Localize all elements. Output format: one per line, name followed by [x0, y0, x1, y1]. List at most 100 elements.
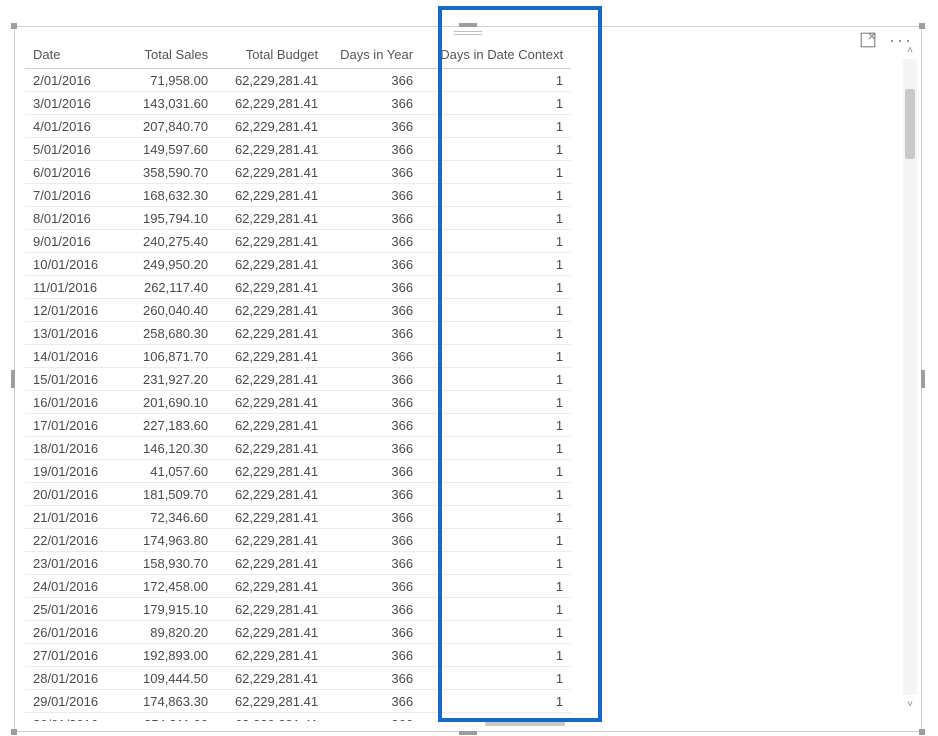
resize-handle[interactable]	[921, 370, 925, 388]
cell-total-budget: 62,229,281.41	[216, 690, 326, 713]
col-header-total-budget[interactable]: Total Budget	[216, 41, 326, 69]
cell-total-sales: 181,509.70	[106, 483, 216, 506]
cell-total-budget: 62,229,281.41	[216, 621, 326, 644]
resize-handle[interactable]	[11, 729, 17, 735]
table-row[interactable]: 24/01/2016172,458.0062,229,281.413661	[25, 575, 571, 598]
table-row[interactable]: 29/01/2016174,863.3062,229,281.413661	[25, 690, 571, 713]
scroll-thumb[interactable]	[485, 718, 565, 726]
table-row[interactable]: 18/01/2016146,120.3062,229,281.413661	[25, 437, 571, 460]
scroll-up-arrow-icon[interactable]: ˄	[903, 43, 917, 57]
resize-handle[interactable]	[11, 23, 17, 29]
cell-total-sales: 192,893.00	[106, 644, 216, 667]
cell-days-in-year: 366	[326, 161, 421, 184]
scroll-thumb[interactable]	[905, 89, 915, 159]
cell-days-in-year: 366	[326, 276, 421, 299]
cell-days-in-context: 1	[421, 138, 571, 161]
horizontal-scrollbar[interactable]	[27, 717, 895, 727]
table-row[interactable]: 25/01/2016179,915.1062,229,281.413661	[25, 598, 571, 621]
col-header-days-in-year[interactable]: Days in Year	[326, 41, 421, 69]
cell-total-sales: 89,820.20	[106, 621, 216, 644]
table-row[interactable]: 21/01/201672,346.6062,229,281.413661	[25, 506, 571, 529]
cell-total-sales: 179,915.10	[106, 598, 216, 621]
table-row[interactable]: 28/01/2016109,444.5062,229,281.413661	[25, 667, 571, 690]
cell-total-sales: 201,690.10	[106, 391, 216, 414]
cell-date: 19/01/2016	[25, 460, 106, 483]
cell-days-in-year: 366	[326, 437, 421, 460]
cell-days-in-year: 366	[326, 644, 421, 667]
table-row[interactable]: 20/01/2016181,509.7062,229,281.413661	[25, 483, 571, 506]
cell-days-in-year: 366	[326, 598, 421, 621]
table-row[interactable]: 10/01/2016249,950.2062,229,281.413661	[25, 253, 571, 276]
resize-handle[interactable]	[11, 370, 15, 388]
cell-days-in-year: 366	[326, 138, 421, 161]
cell-total-budget: 62,229,281.41	[216, 552, 326, 575]
table-row[interactable]: 11/01/2016262,117.4062,229,281.413661	[25, 276, 571, 299]
table-row[interactable]: 6/01/2016358,590.7062,229,281.413661	[25, 161, 571, 184]
cell-total-budget: 62,229,281.41	[216, 414, 326, 437]
table-row[interactable]: 9/01/2016240,275.4062,229,281.413661	[25, 230, 571, 253]
table-row[interactable]: 2/01/201671,958.0062,229,281.413661	[25, 69, 571, 92]
cell-date: 2/01/2016	[25, 69, 106, 92]
table-row[interactable]: 14/01/2016106,871.7062,229,281.413661	[25, 345, 571, 368]
table-row[interactable]: 13/01/2016258,680.3062,229,281.413661	[25, 322, 571, 345]
cell-total-budget: 62,229,281.41	[216, 161, 326, 184]
col-header-total-sales[interactable]: Total Sales	[106, 41, 216, 69]
cell-days-in-year: 366	[326, 460, 421, 483]
table-row[interactable]: 17/01/2016227,183.6062,229,281.413661	[25, 414, 571, 437]
table-row[interactable]: 7/01/2016168,632.3062,229,281.413661	[25, 184, 571, 207]
cell-days-in-context: 1	[421, 230, 571, 253]
resize-handle[interactable]	[459, 23, 477, 27]
vertical-scrollbar[interactable]: ˄ ˅	[903, 59, 917, 695]
scroll-down-arrow-icon[interactable]: ˅	[903, 697, 917, 711]
cell-total-sales: 195,794.10	[106, 207, 216, 230]
drag-grip[interactable]	[448, 29, 488, 37]
table-row[interactable]: 27/01/2016192,893.0062,229,281.413661	[25, 644, 571, 667]
cell-total-budget: 62,229,281.41	[216, 184, 326, 207]
cell-total-budget: 62,229,281.41	[216, 207, 326, 230]
table-row[interactable]: 26/01/201689,820.2062,229,281.413661	[25, 621, 571, 644]
cell-date: 4/01/2016	[25, 115, 106, 138]
cell-total-sales: 227,183.60	[106, 414, 216, 437]
resize-handle[interactable]	[919, 729, 925, 735]
cell-date: 13/01/2016	[25, 322, 106, 345]
cell-total-budget: 62,229,281.41	[216, 253, 326, 276]
cell-days-in-context: 1	[421, 506, 571, 529]
table-row[interactable]: 16/01/2016201,690.1062,229,281.413661	[25, 391, 571, 414]
cell-total-budget: 62,229,281.41	[216, 460, 326, 483]
cell-date: 8/01/2016	[25, 207, 106, 230]
cell-total-budget: 62,229,281.41	[216, 92, 326, 115]
table-row[interactable]: 12/01/2016260,040.4062,229,281.413661	[25, 299, 571, 322]
cell-days-in-context: 1	[421, 345, 571, 368]
table-row[interactable]: 8/01/2016195,794.1062,229,281.413661	[25, 207, 571, 230]
cell-total-budget: 62,229,281.41	[216, 368, 326, 391]
cell-days-in-context: 1	[421, 667, 571, 690]
col-header-days-in-context[interactable]: Days in Date Context	[421, 41, 571, 69]
cell-total-budget: 62,229,281.41	[216, 391, 326, 414]
table-row[interactable]: 3/01/2016143,031.6062,229,281.413661	[25, 92, 571, 115]
cell-days-in-year: 366	[326, 230, 421, 253]
cell-days-in-year: 366	[326, 575, 421, 598]
resize-handle[interactable]	[919, 23, 925, 29]
visual-frame[interactable]: ··· Date Total Sales Total Budget Days i…	[14, 26, 922, 732]
col-header-date[interactable]: Date	[25, 41, 106, 69]
cell-days-in-context: 1	[421, 161, 571, 184]
cell-days-in-context: 1	[421, 184, 571, 207]
cell-total-sales: 149,597.60	[106, 138, 216, 161]
table-row[interactable]: 19/01/201641,057.6062,229,281.413661	[25, 460, 571, 483]
table-row[interactable]: 22/01/2016174,963.8062,229,281.413661	[25, 529, 571, 552]
cell-days-in-year: 366	[326, 506, 421, 529]
table-row[interactable]: 15/01/2016231,927.2062,229,281.413661	[25, 368, 571, 391]
table-row[interactable]: 4/01/2016207,840.7062,229,281.413661	[25, 115, 571, 138]
table-row[interactable]: 23/01/2016158,930.7062,229,281.413661	[25, 552, 571, 575]
cell-date: 6/01/2016	[25, 161, 106, 184]
cell-total-budget: 62,229,281.41	[216, 276, 326, 299]
cell-days-in-year: 366	[326, 552, 421, 575]
cell-days-in-year: 366	[326, 184, 421, 207]
resize-handle[interactable]	[459, 731, 477, 735]
cell-date: 29/01/2016	[25, 690, 106, 713]
cell-total-budget: 62,229,281.41	[216, 483, 326, 506]
table-row[interactable]: 5/01/2016149,597.6062,229,281.413661	[25, 138, 571, 161]
cell-date: 21/01/2016	[25, 506, 106, 529]
cell-total-sales: 174,963.80	[106, 529, 216, 552]
cell-days-in-context: 1	[421, 460, 571, 483]
